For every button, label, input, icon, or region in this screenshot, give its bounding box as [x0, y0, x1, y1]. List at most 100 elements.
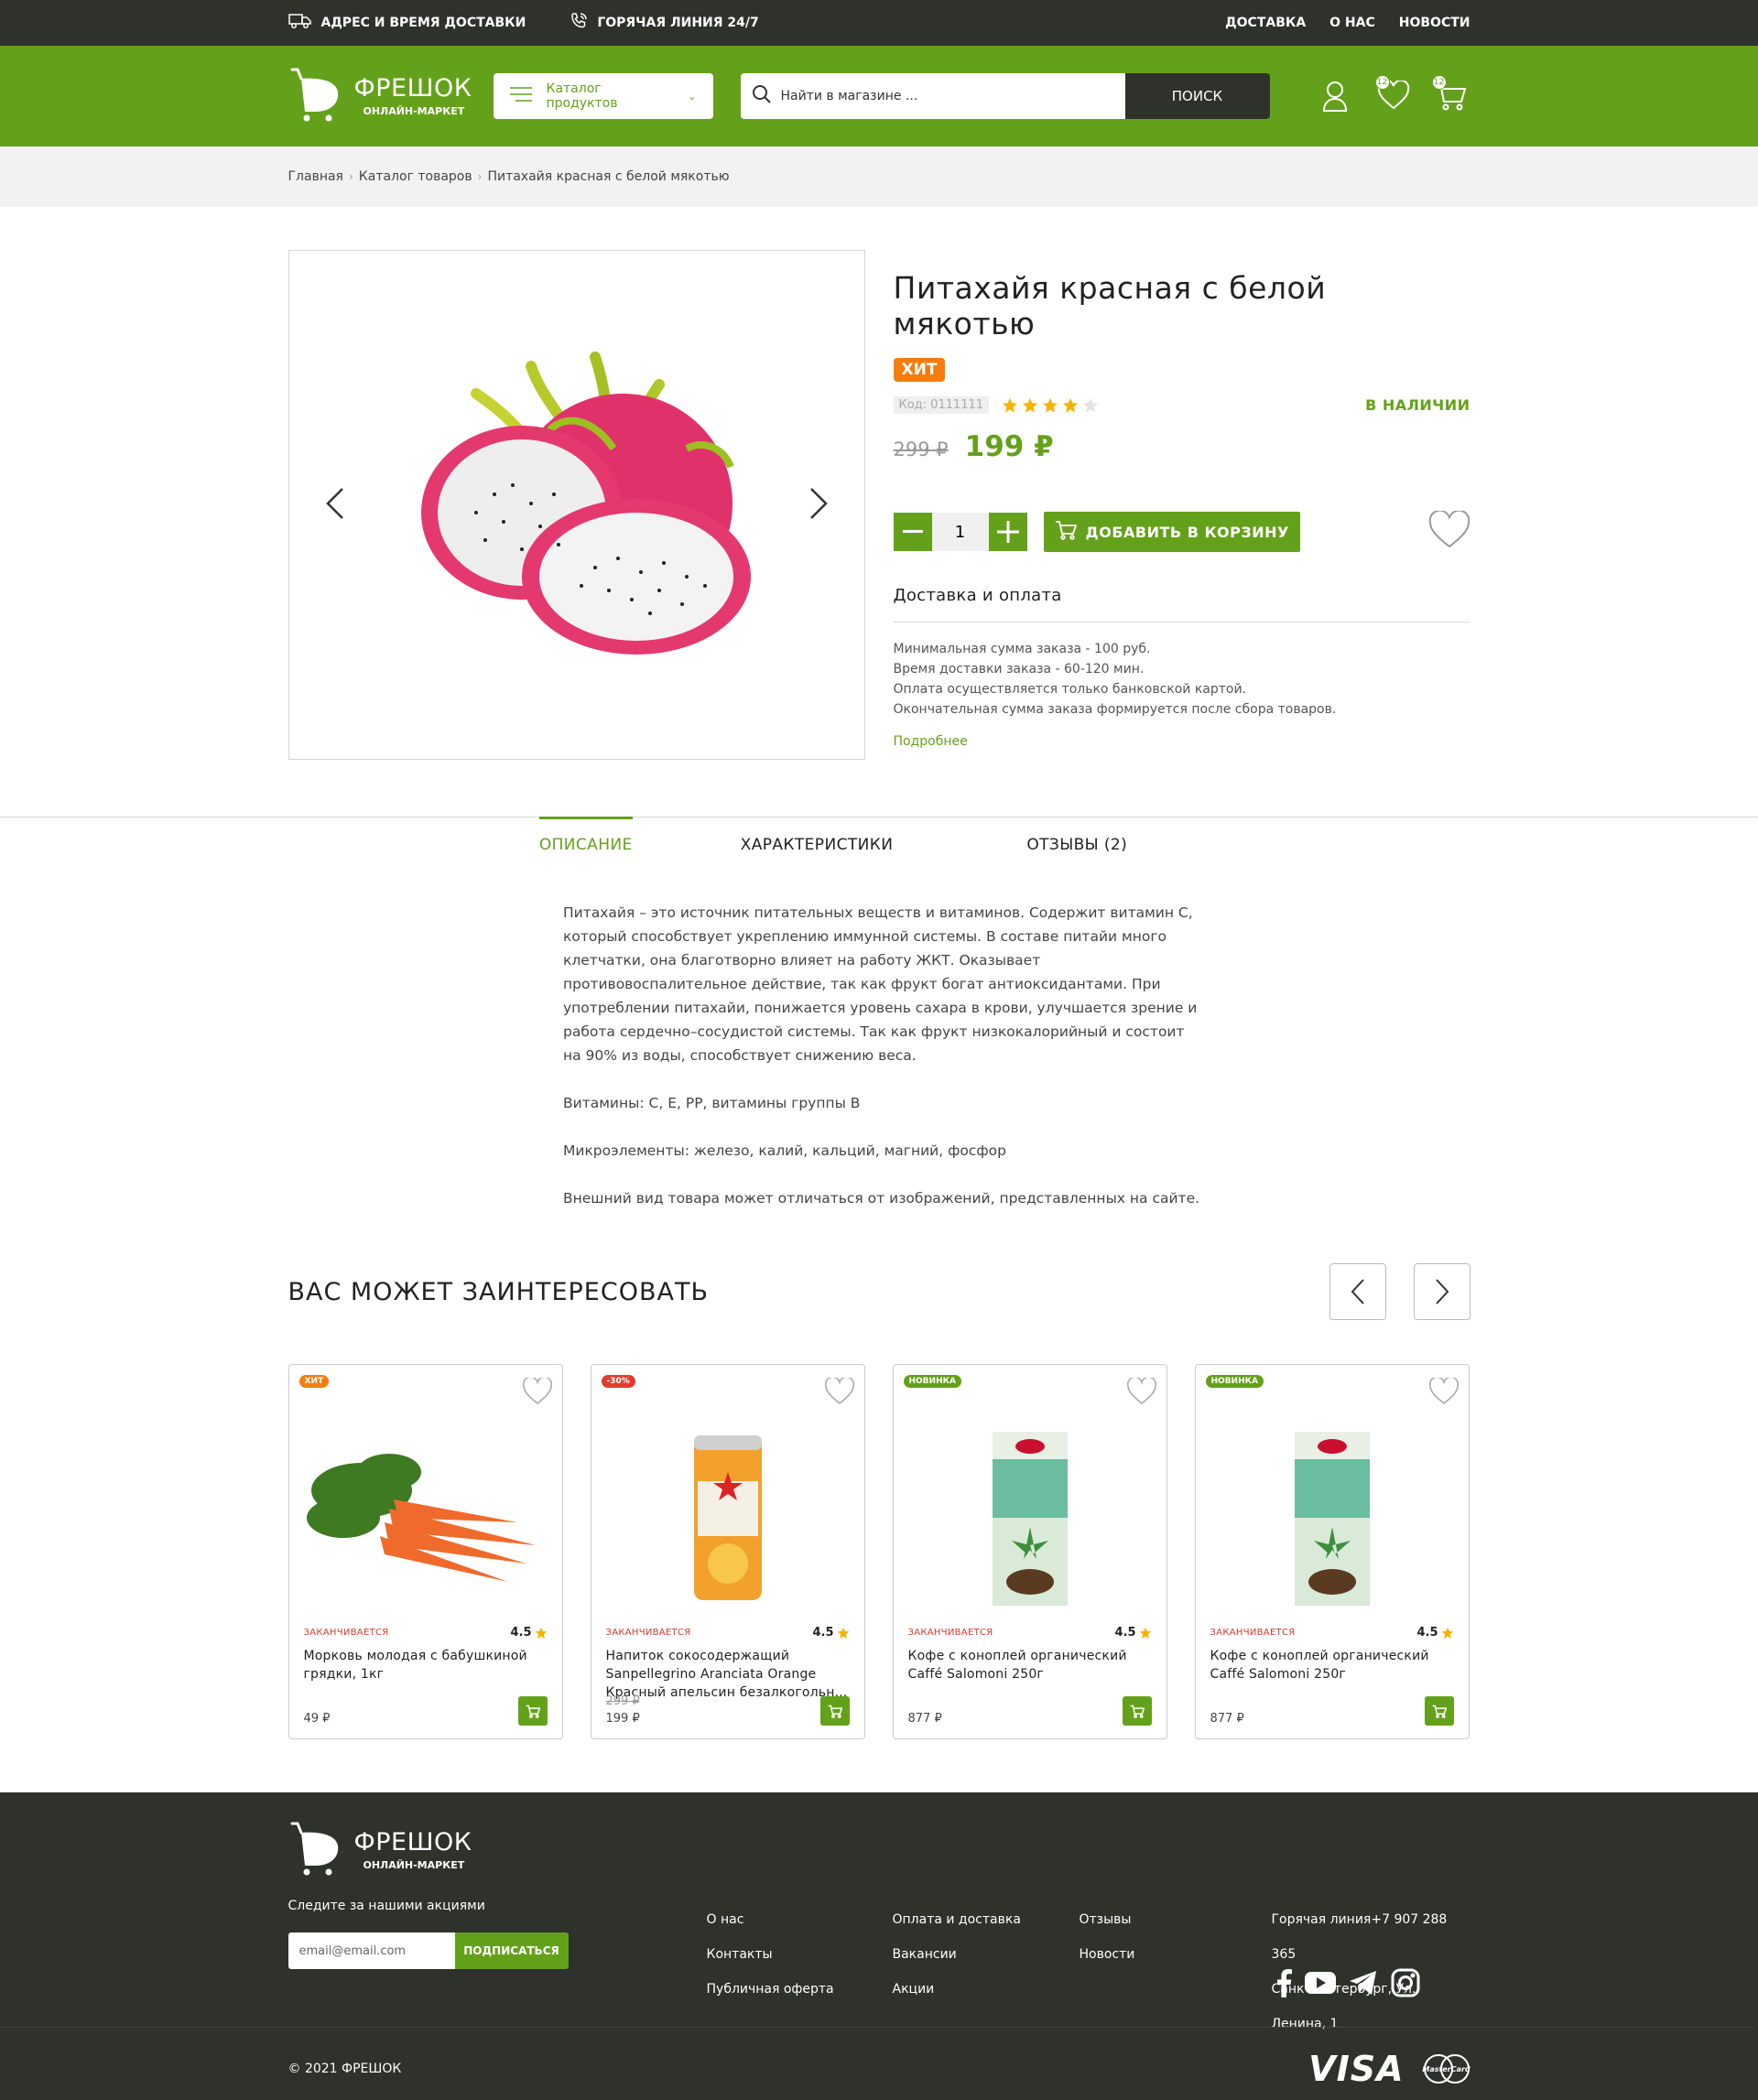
- hotline-label: ГОРЯЧАЯ ЛИНИЯ 24/7: [597, 16, 759, 30]
- card-tag: НОВИНКА: [903, 1375, 961, 1388]
- nav-news-link[interactable]: НОВОСТИ: [1399, 16, 1470, 30]
- product-card[interactable]: -30% ЗАКАНЧИВАЕТСЯ 4.5 Напиток сокосодер…: [590, 1364, 865, 1739]
- logo-name: ФРЕШОК: [353, 73, 472, 103]
- cart-icon: [828, 1705, 842, 1718]
- cart-icon: [526, 1705, 540, 1718]
- more-link[interactable]: Подробнее: [894, 734, 968, 749]
- star-empty-icon: [1082, 397, 1099, 413]
- footer-link-about[interactable]: О нас: [707, 1902, 834, 1937]
- delivery-info-link[interactable]: АДРЕС И ВРЕМЯ ДОСТАВКИ: [288, 13, 526, 33]
- carrot-image: [304, 1413, 548, 1623]
- breadcrumb-catalog[interactable]: Каталог товаров: [359, 169, 472, 184]
- product-card[interactable]: ХИТ ЗАКАНЧИВАЕТСЯ 4.5 Морковь молодая с …: [288, 1364, 563, 1739]
- footer-logo[interactable]: ФРЕШОК ОНЛАЙН-МАРКЕТ: [288, 1820, 472, 1880]
- footer: ФРЕШОК ОНЛАЙН-МАРКЕТ Следите за нашими а…: [0, 1792, 1758, 2100]
- footer-links-col-2: Оплата и доставка Вакансии Акции: [893, 1902, 1021, 2007]
- card-add-to-cart-button[interactable]: [1122, 1696, 1152, 1726]
- logo[interactable]: ФРЕШОК ОНЛАЙН-МАРКЕТ: [288, 66, 494, 126]
- star-icon: [1139, 1627, 1151, 1639]
- card-tag: НОВИНКА: [1205, 1375, 1264, 1388]
- hit-badge: ХИТ: [893, 358, 946, 382]
- cart-icon: [1434, 82, 1467, 115]
- chevron-down-icon: ⌄: [688, 90, 697, 103]
- footer-logo-name: ФРЕШОК: [353, 1827, 472, 1856]
- description-paragraph: Питахайя – это источник питательных веще…: [563, 904, 1198, 1064]
- card-rating: 4.5: [1416, 1626, 1438, 1640]
- breadcrumb: Главная › Каталог товаров › Питахайя кра…: [0, 146, 1758, 207]
- footer-link-news[interactable]: Новости: [1080, 1937, 1135, 1972]
- card-product-name[interactable]: Кофе с коноплей органический Caffé Salom…: [1210, 1647, 1454, 1704]
- social-links: [1275, 1968, 1420, 1997]
- footer-link-promos[interactable]: Акции: [893, 1972, 1021, 2007]
- breadcrumb-home[interactable]: Главная: [288, 169, 343, 184]
- nav-delivery-link[interactable]: ДОСТАВКА: [1225, 16, 1306, 30]
- nav-about-link[interactable]: О НАС: [1329, 16, 1375, 30]
- stock-status: В НАЛИЧИИ: [1365, 396, 1470, 414]
- star-icon: [535, 1627, 547, 1639]
- delivery-info-label: АДРЕС И ВРЕМЯ ДОСТАВКИ: [320, 16, 526, 30]
- footer-link-contacts[interactable]: Контакты: [707, 1937, 834, 1972]
- card-add-to-cart-button[interactable]: [517, 1696, 548, 1726]
- stock-ending-label: ЗАКАНЧИВАЕТСЯ: [1210, 1628, 1296, 1638]
- copyright: © 2021 ФРЕШОК: [288, 2062, 402, 2076]
- related-next-button[interactable]: [1413, 1263, 1470, 1320]
- footer-hotline[interactable]: Горячая линия+7 907 288 365: [1272, 1902, 1470, 1972]
- card-product-name[interactable]: Кофе с коноплей органический Caffé Salom…: [908, 1647, 1152, 1704]
- tab-specs[interactable]: ХАРАКТЕРИСТИКИ: [741, 817, 894, 871]
- card-add-to-cart-button[interactable]: [819, 1696, 850, 1726]
- hotline-link[interactable]: ГОРЯЧАЯ ЛИНИЯ 24/7: [570, 12, 759, 34]
- product-title: Питахайя красная с белой мякотью: [893, 270, 1327, 341]
- quantity-input[interactable]: [931, 513, 989, 551]
- heart-icon[interactable]: [1428, 1376, 1460, 1409]
- footer-link-offer[interactable]: Публичная оферта: [707, 1972, 834, 2007]
- product-section: Питахайя красная с белой мякотью ХИТ Код…: [288, 250, 1470, 760]
- gallery-next-arrow-icon[interactable]: [809, 485, 830, 525]
- mastercard-logo: MasterCard: [1422, 2053, 1470, 2084]
- card-product-name[interactable]: Морковь молодая с бабушкиной грядки, 1кг: [304, 1647, 548, 1704]
- chevron-right-icon: [1435, 1279, 1449, 1304]
- quantity-decrease-button[interactable]: [893, 513, 932, 551]
- cart-logo-icon: [288, 1820, 342, 1880]
- heart-icon[interactable]: [824, 1376, 855, 1409]
- heart-icon[interactable]: [1126, 1376, 1157, 1409]
- star-icon: [1062, 397, 1079, 413]
- product-description: Питахайя – это источник питательных веще…: [563, 901, 1204, 1210]
- related-prev-button[interactable]: [1329, 1263, 1386, 1320]
- youtube-icon[interactable]: [1304, 1972, 1336, 1994]
- heart-icon[interactable]: [522, 1376, 553, 1409]
- tab-description[interactable]: ОПИСАНИЕ: [538, 817, 633, 871]
- favorite-heart-icon[interactable]: [1428, 509, 1470, 553]
- delivery-info-list: Минимальная сумма заказа - 100 руб. Врем…: [894, 639, 1470, 720]
- breadcrumb-current: Питахайя красная с белой мякотью: [487, 169, 730, 184]
- related-products-list: ХИТ ЗАКАНЧИВАЕТСЯ 4.5 Морковь молодая с …: [288, 1364, 1470, 1739]
- tab-reviews[interactable]: ОТЗЫВЫ (2): [1026, 817, 1127, 871]
- facebook-icon[interactable]: [1275, 1968, 1292, 1997]
- telegram-icon[interactable]: [1349, 1970, 1378, 1996]
- footer-logo-subtitle: ОНЛАЙН-МАРКЕТ: [363, 1858, 465, 1871]
- account-button[interactable]: [1320, 81, 1351, 112]
- sanpellegrino-can-image: [606, 1413, 850, 1623]
- favorites-button[interactable]: 12: [1374, 75, 1409, 112]
- gallery-prev-arrow-icon[interactable]: [324, 485, 344, 525]
- card-add-to-cart-button[interactable]: [1424, 1696, 1454, 1726]
- subscribe-button[interactable]: ПОДПИСАТЬСЯ: [454, 1932, 569, 1969]
- instagram-icon[interactable]: [1391, 1968, 1420, 1997]
- product-card[interactable]: НОВИНКА ЗАКАНЧИВАЕТСЯ 4.5 Кофе с конопле…: [1194, 1364, 1470, 1739]
- main-header: ФРЕШОК ОНЛАЙН-МАРКЕТ Каталог продуктов ⌄…: [0, 46, 1758, 146]
- cart-icon: [1055, 520, 1077, 544]
- add-to-cart-button[interactable]: ДОБАВИТЬ В КОРЗИНУ: [1043, 512, 1300, 552]
- card-old-price: 299 ₽: [605, 1694, 640, 1708]
- search-button[interactable]: ПОИСК: [1124, 73, 1270, 119]
- cart-button[interactable]: 12: [1431, 75, 1467, 115]
- catalog-button[interactable]: Каталог продуктов ⌄: [493, 73, 713, 119]
- footer-link-payment[interactable]: Оплата и доставка: [893, 1902, 1021, 1937]
- footer-link-reviews[interactable]: Отзывы: [1080, 1902, 1135, 1937]
- user-icon: [1320, 81, 1350, 115]
- card-price: 877 ₽: [1210, 1712, 1244, 1726]
- footer-link-vacancies[interactable]: Вакансии: [893, 1937, 1021, 1972]
- search-input[interactable]: [780, 89, 1125, 103]
- star-icon: [1042, 397, 1058, 413]
- product-card[interactable]: НОВИНКА ЗАКАНЧИВАЕТСЯ 4.5 Кофе с конопле…: [892, 1364, 1167, 1739]
- email-field[interactable]: [288, 1932, 455, 1969]
- quantity-increase-button[interactable]: [988, 513, 1027, 551]
